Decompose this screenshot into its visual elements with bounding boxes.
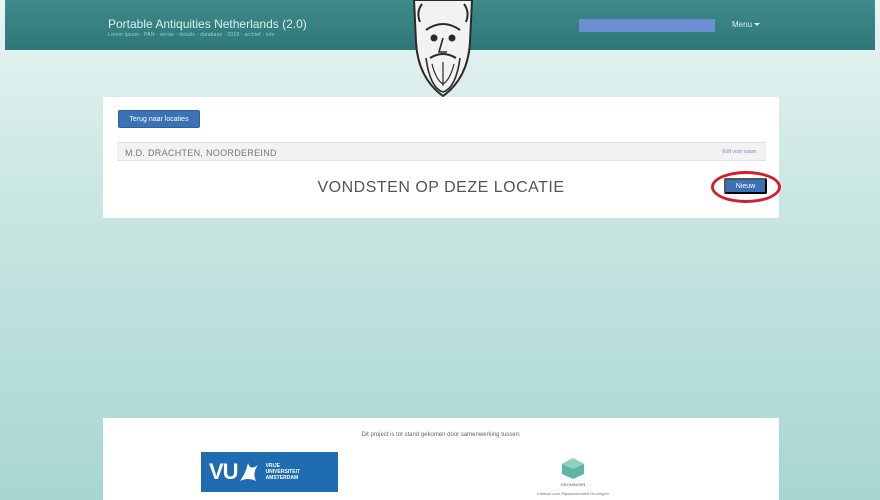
vu-name: VRIJE UNIVERSITEIT AMSTERDAM — [266, 463, 300, 481]
vu-amsterdam-logo[interactable]: VU VRIJE UNIVERSITEIT AMSTERDAM — [201, 452, 338, 492]
menu-dropdown[interactable]: Menu — [732, 20, 761, 29]
rug-crest-icon[interactable] — [558, 456, 588, 480]
footer-text: Dit project is tot stand gekomen door sa… — [361, 432, 521, 438]
bearded-head-logo-icon — [412, 0, 474, 98]
highlight-annotation — [711, 171, 781, 203]
edit-location-link[interactable]: Edit voor naam — [722, 149, 756, 155]
vu-line-3: AMSTERDAM — [265, 475, 299, 481]
location-name: M.D. DRACHTEN, NOORDEREIND — [125, 148, 277, 158]
location-card: Terug naar locaties M.D. DRACHTEN, NOORD… — [103, 97, 779, 218]
footer-panel: Dit project is tot stand gekomen door sa… — [103, 418, 779, 500]
back-to-locations-button[interactable]: Terug naar locaties — [118, 110, 200, 128]
caret-down-icon — [754, 23, 761, 27]
griffin-icon — [239, 463, 258, 481]
menu-label: Menu — [732, 20, 753, 29]
brand-subtitle: Lorem ipsum · PAN · versie · details · d… — [108, 32, 275, 38]
location-header: M.D. DRACHTEN, NOORDEREIND Edit voor naa… — [117, 142, 766, 161]
section-title: VONDSTEN OP DEZE LOCATIE — [317, 179, 565, 196]
rug-name: GRONINGEN — [560, 482, 586, 487]
search-input[interactable] — [579, 19, 715, 32]
brand-title[interactable]: Portable Antiquities Netherlands (2.0) — [108, 17, 307, 31]
vu-letters: VU — [209, 459, 239, 484]
rug-subtitle: Instituut voor Rijksuniversiteit Groning… — [537, 491, 609, 496]
